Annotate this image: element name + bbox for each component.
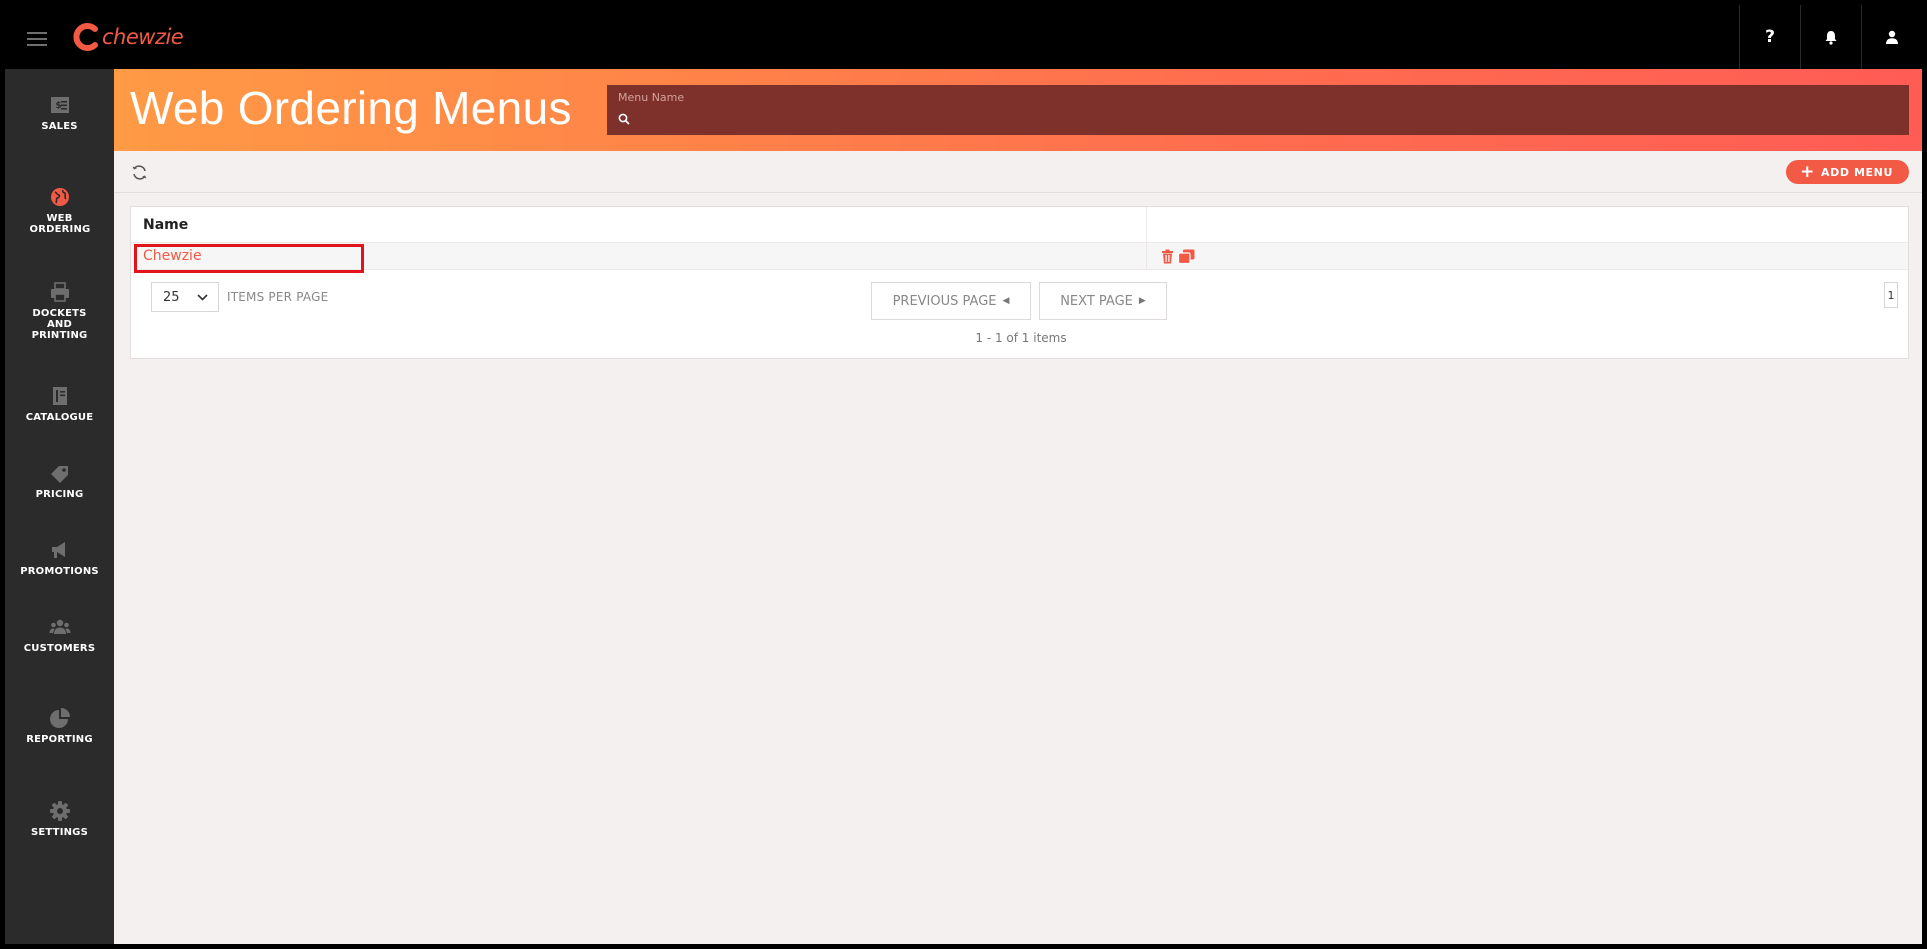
- account-button[interactable]: [1861, 5, 1922, 69]
- sidebar: $ SALES WEB ORDERING DOCKETS AND PRINTIN…: [5, 69, 114, 944]
- user-icon: [1886, 30, 1898, 44]
- triangle-right-icon: ▶: [1138, 296, 1146, 306]
- sidebar-item-pricing[interactable]: PRICING: [5, 462, 114, 500]
- sidebar-item-label: SETTINGS: [30, 827, 88, 838]
- previous-page-button[interactable]: PREVIOUS PAGE ◀: [871, 282, 1031, 320]
- plus-icon: +: [1800, 161, 1815, 182]
- sidebar-item-sales[interactable]: $ SALES: [5, 94, 114, 132]
- table-row: Chewzie: [131, 243, 1908, 273]
- items-per-page-label: ITEMS PER PAGE: [227, 290, 329, 304]
- sidebar-item-dockets-and-printing[interactable]: DOCKETS AND PRINTING: [5, 281, 114, 341]
- chewzie-logo-icon: [73, 23, 98, 51]
- hamburger-menu-icon[interactable]: [27, 32, 47, 46]
- main-content: Web Ordering Menus Menu Name + ADD MENU …: [114, 69, 1922, 944]
- chevron-down-icon: [197, 294, 208, 301]
- sidebar-item-label: PROMOTIONS: [20, 566, 99, 577]
- sidebar-item-customers[interactable]: CUSTOMERS: [5, 616, 114, 654]
- sidebar-item-label: DOCKETS AND PRINTING: [31, 308, 88, 341]
- help-button[interactable]: ?: [1739, 5, 1800, 69]
- pagination: 25 ITEMS PER PAGE PREVIOUS PAGE ◀ NEXT P…: [131, 271, 1908, 359]
- page-number-button[interactable]: 1: [1884, 282, 1898, 308]
- per-page-value: 25: [163, 289, 180, 305]
- svg-text:$: $: [55, 101, 61, 111]
- sidebar-item-promotions[interactable]: PROMOTIONS: [5, 539, 114, 577]
- row-actions: [1147, 243, 1908, 269]
- page-header: Web Ordering Menus Menu Name: [114, 69, 1922, 151]
- sidebar-item-reporting[interactable]: REPORTING: [5, 707, 114, 745]
- add-menu-button[interactable]: + ADD MENU: [1786, 160, 1909, 184]
- megaphone-icon: [51, 542, 65, 558]
- sidebar-item-catalogue[interactable]: CATALOGUE: [5, 385, 114, 423]
- duplicate-icon[interactable]: [1178, 249, 1195, 264]
- gear-icon: [49, 801, 70, 821]
- menu-name-link[interactable]: Chewzie: [143, 248, 202, 264]
- bell-icon: [1825, 30, 1837, 45]
- globe-icon: [50, 188, 69, 206]
- sidebar-item-web-ordering[interactable]: WEB ORDERING: [5, 186, 114, 235]
- sales-icon: $: [50, 97, 69, 113]
- search-label: Menu Name: [618, 91, 685, 104]
- search-input[interactable]: [637, 107, 1897, 129]
- sidebar-item-label: CATALOGUE: [25, 412, 94, 423]
- price-tag-icon: [50, 466, 68, 483]
- previous-page-label: PREVIOUS PAGE: [892, 293, 997, 309]
- trash-icon[interactable]: [1161, 249, 1174, 264]
- table-header: Name: [131, 207, 1908, 243]
- cell-name: Chewzie: [131, 243, 1147, 269]
- sidebar-item-label: WEB ORDERING: [29, 213, 91, 235]
- top-bar: chewzie ?: [5, 5, 1922, 69]
- search-icon: [618, 113, 630, 125]
- help-icon: ?: [1765, 27, 1775, 47]
- top-actions: ?: [1739, 5, 1922, 69]
- logo-text: chewzie: [102, 25, 184, 49]
- notifications-button[interactable]: [1800, 5, 1861, 69]
- triangle-left-icon: ◀: [1002, 296, 1010, 306]
- refresh-icon[interactable]: [131, 164, 148, 181]
- add-menu-label: ADD MENU: [1820, 165, 1893, 179]
- next-page-button[interactable]: NEXT PAGE ▶: [1039, 282, 1167, 320]
- app-logo[interactable]: chewzie: [71, 19, 184, 55]
- catalogue-icon: [52, 387, 67, 405]
- menus-table: Name Chewzie 25 ITEMS PER PAGE PREVIOUS …: [130, 206, 1909, 359]
- column-header-name[interactable]: Name: [131, 207, 1147, 243]
- printer-icon: [50, 282, 69, 302]
- column-header-actions: [1147, 207, 1908, 242]
- sidebar-item-label: CUSTOMERS: [23, 643, 96, 654]
- page-title: Web Ordering Menus: [130, 82, 572, 134]
- sidebar-item-label: PRICING: [35, 489, 84, 500]
- pie-chart-icon: [49, 708, 70, 728]
- toolbar: + ADD MENU: [114, 151, 1922, 193]
- sidebar-item-label: REPORTING: [26, 734, 93, 745]
- sidebar-item-settings[interactable]: SETTINGS: [5, 800, 114, 838]
- items-per-page-select[interactable]: 25: [151, 282, 219, 312]
- next-page-label: NEXT PAGE: [1060, 293, 1133, 309]
- items-range-text: 1 - 1 of 1 items: [975, 331, 1067, 345]
- sidebar-item-label: SALES: [41, 121, 78, 132]
- menu-name-search[interactable]: Menu Name: [607, 85, 1909, 135]
- users-icon: [49, 619, 70, 634]
